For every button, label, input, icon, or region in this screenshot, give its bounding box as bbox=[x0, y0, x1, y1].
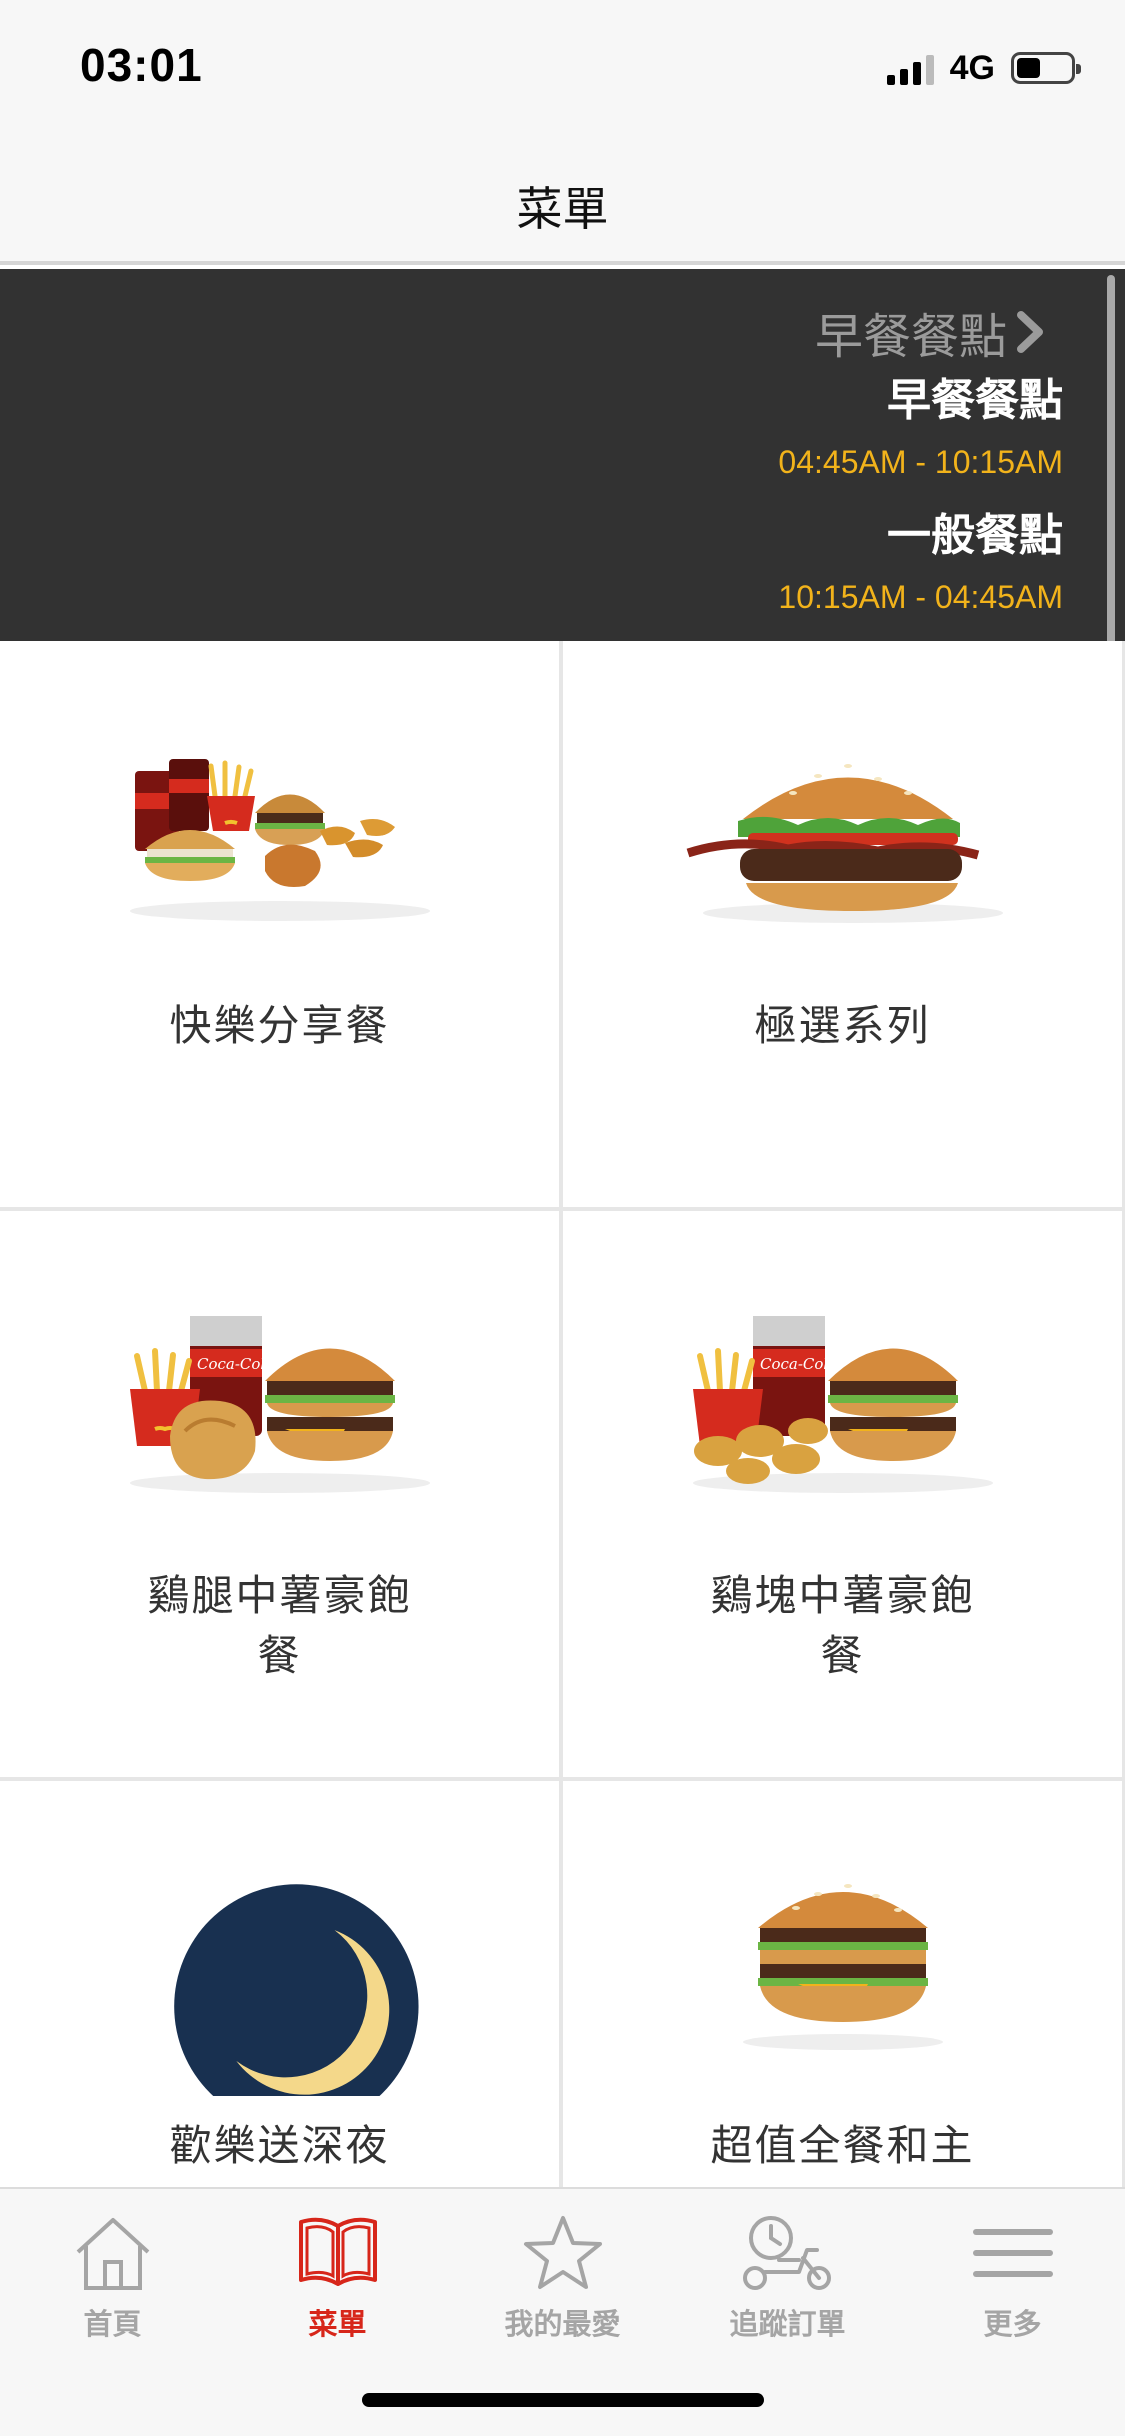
page-title: 菜單 bbox=[516, 182, 609, 236]
menu-tile-label: 歡樂送深夜 bbox=[169, 2121, 390, 2170]
regular-meal-hours: 10:15AM - 04:45AM bbox=[778, 579, 1063, 615]
menu-tile-signature[interactable]: 極選系列 bbox=[563, 641, 1122, 1207]
status-indicators: 4G bbox=[886, 48, 1081, 88]
network-type: 4G bbox=[949, 48, 995, 87]
meal-time-banner: 早餐餐點 早餐餐點 04:45AM - 10:15AM 一般餐點 10:15AM… bbox=[0, 269, 1125, 641]
menu-lines-icon bbox=[973, 2229, 1053, 2277]
chevron-right-icon bbox=[1017, 311, 1043, 353]
tab-track-order[interactable]: 追蹤訂單 bbox=[675, 2204, 900, 2354]
star-icon bbox=[524, 2216, 602, 2289]
chicken-combo-image: Coca-Cola bbox=[130, 1316, 430, 1493]
menu-tile-label: 極選系列 bbox=[754, 1001, 931, 1050]
tab-favorites[interactable]: 我的最愛 bbox=[450, 2204, 675, 2354]
tab-label: 首頁 bbox=[83, 2307, 142, 2341]
tab-label: 更多 bbox=[983, 2307, 1042, 2341]
menu-tile-label: 鷄腿中薯豪飽餐 bbox=[147, 1571, 412, 1680]
navigation-bar: 菜單 bbox=[0, 135, 1125, 265]
big-mac-image bbox=[743, 1884, 943, 2050]
tab-home[interactable]: 首頁 bbox=[0, 2204, 225, 2354]
home-indicator[interactable] bbox=[362, 2393, 764, 2407]
menu-tile-label: 快樂分享餐 bbox=[169, 1001, 390, 1050]
tab-label: 菜單 bbox=[308, 2307, 367, 2341]
status-bar: 03:01 4G bbox=[0, 0, 1125, 135]
regular-meal-title: 一般餐點 bbox=[887, 510, 1063, 561]
meal-toggle-button[interactable]: 早餐餐點 bbox=[815, 297, 1045, 367]
svg-text:Coca-Cola: Coca-Cola bbox=[197, 1355, 274, 1373]
svg-text:Coca-Cola: Coca-Cola bbox=[760, 1355, 837, 1373]
menu-tile-value-meals[interactable]: 超值全餐和主 bbox=[563, 1781, 1122, 2187]
book-icon bbox=[299, 2217, 377, 2286]
nugget-combo-image: Coca-Cola bbox=[693, 1316, 993, 1493]
cellular-signal-icon bbox=[886, 51, 934, 85]
breakfast-hours: 04:45AM - 10:15AM bbox=[778, 444, 1063, 480]
breakfast-title: 早餐餐點 bbox=[887, 375, 1063, 426]
tab-more[interactable]: 更多 bbox=[900, 2204, 1125, 2354]
menu-tile-chicken-combo[interactable]: Coca-Cola 鷄腿中薯豪飽餐 bbox=[0, 1211, 559, 1777]
menu-tile-family-meal[interactable]: 快樂分享餐 bbox=[0, 641, 559, 1207]
signature-burger-image bbox=[686, 764, 1003, 923]
tab-label: 追蹤訂單 bbox=[729, 2307, 846, 2341]
tab-label: 我的最愛 bbox=[504, 2307, 621, 2341]
menu-tile-label: 超值全餐和主 bbox=[710, 2121, 975, 2170]
menu-category-grid: 快樂分享餐 極選系列 Coca-Cola 鷄腿中薯豪飽餐 Coca-Cola 鷄… bbox=[0, 641, 1125, 2187]
tab-menu[interactable]: 菜單 bbox=[225, 2204, 450, 2354]
family-meal-image bbox=[130, 759, 430, 921]
status-time: 03:01 bbox=[80, 39, 203, 91]
menu-tile-label: 鷄塊中薯豪飽餐 bbox=[710, 1571, 975, 1680]
menu-tile-nugget-combo[interactable]: Coca-Cola 鷄塊中薯豪飽餐 bbox=[563, 1211, 1122, 1777]
battery-icon bbox=[1011, 52, 1081, 84]
meal-toggle-label: 早餐餐點 bbox=[814, 309, 1007, 365]
scooter-icon bbox=[743, 2216, 831, 2290]
menu-tile-late-night[interactable]: 歡樂送深夜 bbox=[0, 1781, 559, 2187]
moon-icon bbox=[174, 1884, 419, 2096]
home-icon bbox=[76, 2218, 150, 2290]
